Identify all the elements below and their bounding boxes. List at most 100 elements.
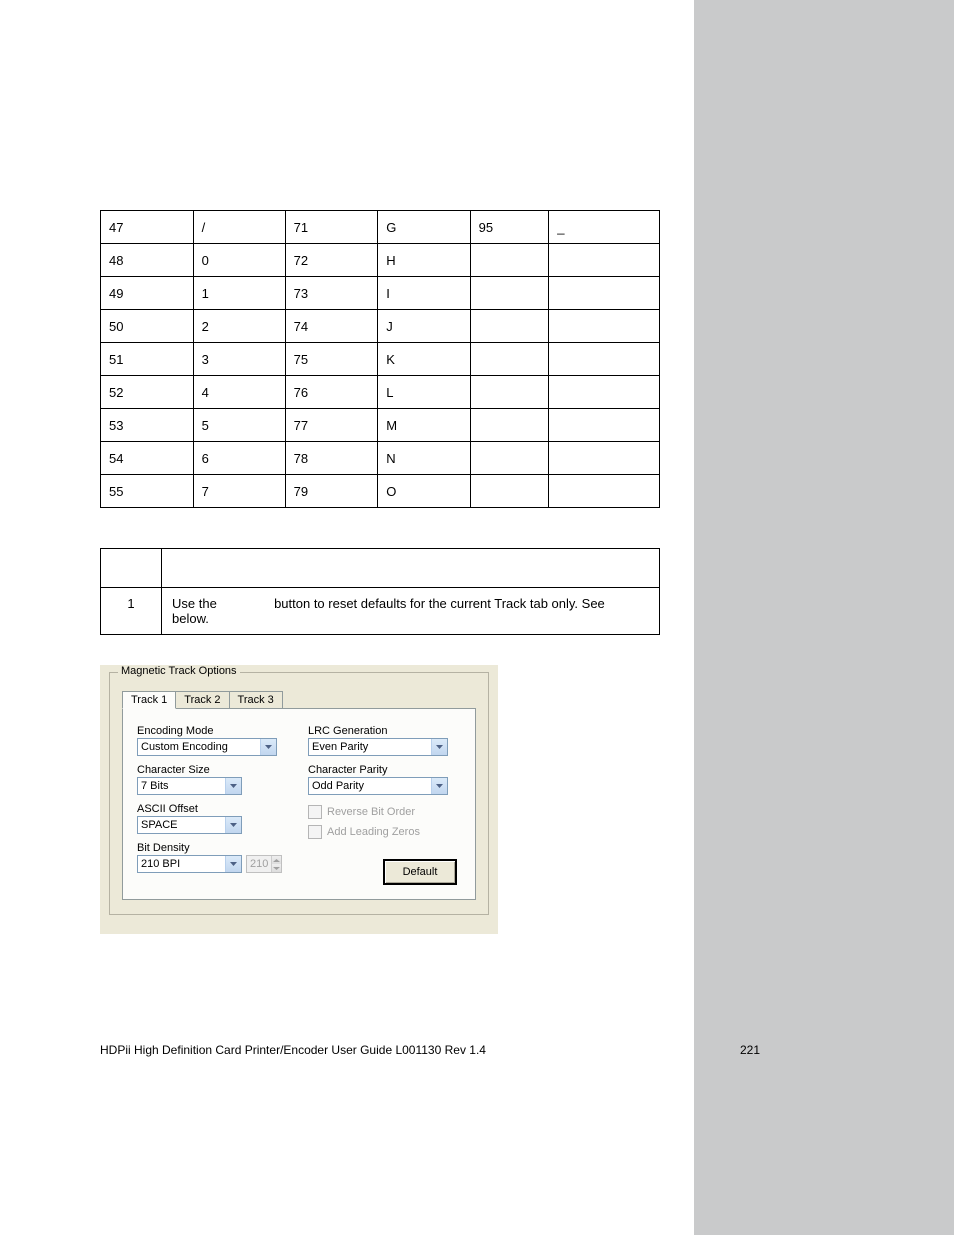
label-lrc-generation: LRC Generation xyxy=(308,725,461,737)
combo-lrc-generation[interactable]: Even Parity xyxy=(308,738,448,756)
table-cell: / xyxy=(193,211,285,244)
step-table: 1 Use the button to reset defaults for t… xyxy=(100,548,660,635)
combo-ascii-offset[interactable]: SPACE xyxy=(137,816,242,834)
table-cell: 2 xyxy=(193,310,285,343)
table-cell: 71 xyxy=(285,211,378,244)
table-cell: 47 xyxy=(101,211,194,244)
table-cell: 49 xyxy=(101,277,194,310)
table-cell: 73 xyxy=(285,277,378,310)
tab-strip: Track 1 Track 2 Track 3 xyxy=(122,691,476,708)
table-cell: G xyxy=(378,211,470,244)
magnetic-track-dialog: Magnetic Track Options Track 1 Track 2 T… xyxy=(100,665,498,934)
table-cell xyxy=(549,475,660,508)
chevron-down-icon xyxy=(225,817,241,833)
chevron-down-icon xyxy=(225,778,241,794)
table-cell xyxy=(549,310,660,343)
table-cell: 77 xyxy=(285,409,378,442)
table-cell: M xyxy=(378,409,470,442)
page-number: 221 xyxy=(740,1043,760,1057)
page-content: 47/71G95_48072H49173I50274J51375K52476L5… xyxy=(100,210,660,934)
combo-encoding-mode[interactable]: Custom Encoding xyxy=(137,738,277,756)
table-cell: _ xyxy=(549,211,660,244)
label-character-size: Character Size xyxy=(137,764,290,776)
table-cell: N xyxy=(378,442,470,475)
tab-track-3[interactable]: Track 3 xyxy=(229,691,283,708)
combo-bit-density[interactable]: 210 BPI xyxy=(137,855,242,873)
table-cell: 75 xyxy=(285,343,378,376)
table-cell: 4 xyxy=(193,376,285,409)
table-cell xyxy=(470,442,549,475)
table-cell xyxy=(549,376,660,409)
table-cell: J xyxy=(378,310,470,343)
spinner-up-icon xyxy=(271,856,281,864)
table-row: 54678N xyxy=(101,442,660,475)
chevron-down-icon xyxy=(431,778,447,794)
table-row: 48072H xyxy=(101,244,660,277)
table-row: 51375K xyxy=(101,343,660,376)
checkbox-reverse-bit-order: Reverse Bit Order xyxy=(308,805,461,819)
table-cell: 72 xyxy=(285,244,378,277)
table-cell xyxy=(549,244,660,277)
checkbox-box-icon xyxy=(308,805,322,819)
table-cell: 52 xyxy=(101,376,194,409)
table-cell: 7 xyxy=(193,475,285,508)
step-text: Use the button to reset defaults for the… xyxy=(162,588,660,635)
table-cell xyxy=(470,376,549,409)
table-cell xyxy=(470,409,549,442)
table-cell xyxy=(470,244,549,277)
table-row: 47/71G95_ xyxy=(101,211,660,244)
chevron-down-icon xyxy=(225,856,241,872)
table-cell: 54 xyxy=(101,442,194,475)
tab-track-1[interactable]: Track 1 xyxy=(122,691,176,709)
table-cell: 76 xyxy=(285,376,378,409)
label-ascii-offset: ASCII Offset xyxy=(137,803,290,815)
default-button[interactable]: Default xyxy=(383,859,457,885)
table-cell: 5 xyxy=(193,409,285,442)
checkbox-add-leading-zeros: Add Leading Zeros xyxy=(308,825,461,839)
ascii-table: 47/71G95_48072H49173I50274J51375K52476L5… xyxy=(100,210,660,508)
table-cell xyxy=(549,442,660,475)
table-cell: K xyxy=(378,343,470,376)
table-cell: 51 xyxy=(101,343,194,376)
spinner-bit-density: 210 xyxy=(246,855,282,873)
table-cell xyxy=(549,343,660,376)
table-cell: 48 xyxy=(101,244,194,277)
combo-character-size[interactable]: 7 Bits xyxy=(137,777,242,795)
table-cell xyxy=(549,277,660,310)
label-encoding-mode: Encoding Mode xyxy=(137,725,290,737)
table-cell: 1 xyxy=(193,277,285,310)
magnetic-track-groupbox: Magnetic Track Options Track 1 Track 2 T… xyxy=(109,672,489,915)
table-cell: O xyxy=(378,475,470,508)
table-cell: 53 xyxy=(101,409,194,442)
footer-text: HDPii High Definition Card Printer/Encod… xyxy=(100,1043,486,1057)
table-cell: H xyxy=(378,244,470,277)
table-row: 50274J xyxy=(101,310,660,343)
label-bit-density: Bit Density xyxy=(137,842,290,854)
table-cell: 55 xyxy=(101,475,194,508)
table-cell xyxy=(549,409,660,442)
table-cell: 78 xyxy=(285,442,378,475)
label-character-parity: Character Parity xyxy=(308,764,461,776)
spinner-down-icon xyxy=(271,864,281,872)
table-cell xyxy=(470,310,549,343)
combo-character-parity[interactable]: Odd Parity xyxy=(308,777,448,795)
step-number: 1 xyxy=(101,588,162,635)
page-footer: HDPii High Definition Card Printer/Encod… xyxy=(100,1043,760,1057)
table-cell: 74 xyxy=(285,310,378,343)
table-row: 53577M xyxy=(101,409,660,442)
table-cell: I xyxy=(378,277,470,310)
table-cell xyxy=(470,277,549,310)
table-cell: 3 xyxy=(193,343,285,376)
checkbox-box-icon xyxy=(308,825,322,839)
table-row: 49173I xyxy=(101,277,660,310)
table-cell xyxy=(470,475,549,508)
table-cell: 95 xyxy=(470,211,549,244)
table-cell: L xyxy=(378,376,470,409)
groupbox-title: Magnetic Track Options xyxy=(118,665,240,677)
chevron-down-icon xyxy=(431,739,447,755)
table-cell: 6 xyxy=(193,442,285,475)
table-row: 55779O xyxy=(101,475,660,508)
table-cell: 0 xyxy=(193,244,285,277)
tab-track-2[interactable]: Track 2 xyxy=(175,691,229,708)
tab-pane: Encoding Mode Custom Encoding Character … xyxy=(122,708,476,900)
